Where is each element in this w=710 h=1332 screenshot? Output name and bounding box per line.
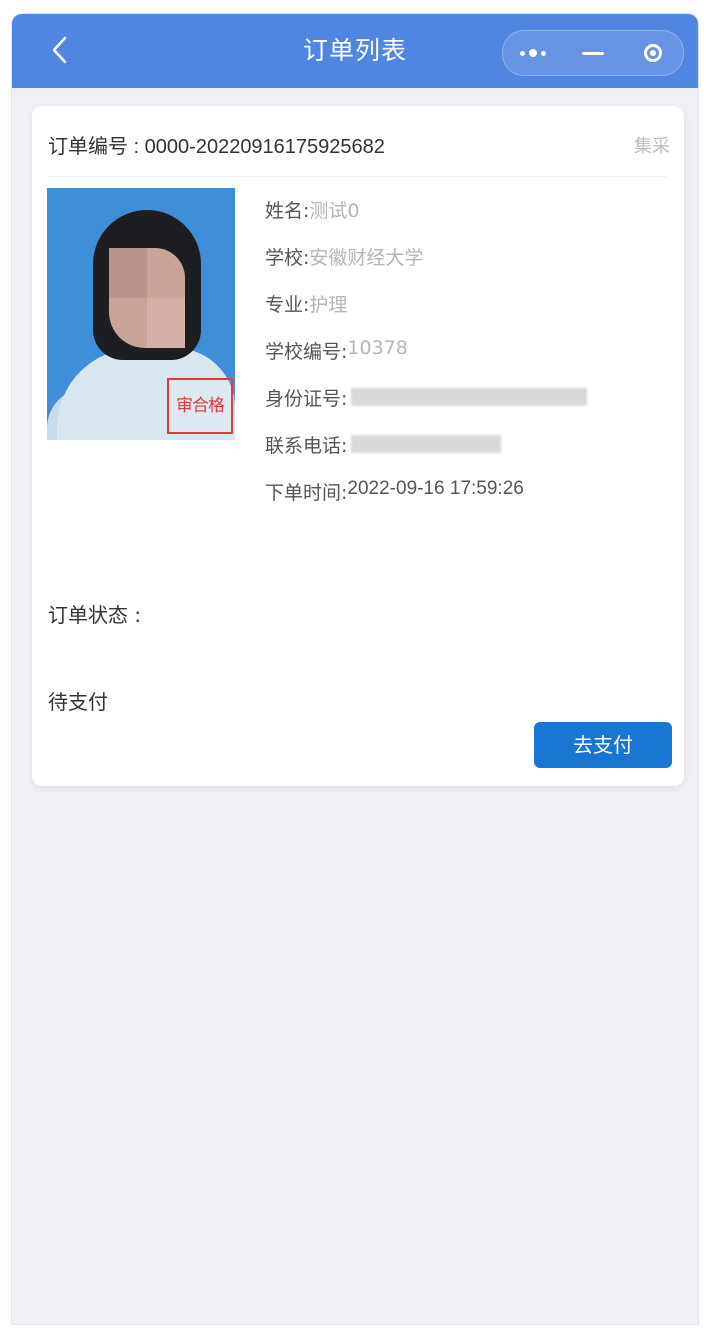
field-id-number: 身份证号: — [265, 384, 588, 431]
divider — [48, 176, 668, 177]
field-value: 安徽财经大学 — [309, 247, 424, 269]
order-number: 订单编号 : 0000-20220916175925682 — [48, 136, 385, 158]
redacted-value — [351, 435, 502, 453]
field-label: 身份证号: — [265, 388, 348, 410]
id-photo: 审合格 — [47, 188, 235, 440]
approval-stamp: 审合格 — [167, 378, 233, 434]
field-phone: 联系电话: — [265, 431, 587, 478]
field-value: 10378 — [347, 337, 408, 359]
minimize-button[interactable] — [569, 33, 617, 73]
order-status-value: 待支付 — [48, 690, 108, 714]
field-name: 姓名: 测试0 — [265, 196, 587, 243]
field-label: 姓名: — [265, 200, 310, 222]
field-major: 专业: 护理 — [265, 290, 587, 337]
field-label: 下单时间: — [265, 482, 348, 504]
field-school-code: 学校编号: 10378 — [265, 337, 587, 384]
more-button[interactable] — [509, 33, 557, 73]
field-value: 护理 — [309, 294, 348, 316]
order-card[interactable]: 订单编号 : 0000-20220916175925682 集采 审合格 姓名:… — [32, 106, 684, 786]
navigation-bar: 订单列表 — [12, 14, 698, 88]
close-button[interactable] — [629, 33, 677, 73]
field-value: 测试0 — [309, 200, 360, 222]
field-order-time: 下单时间: 2022-09-16 17:59:26 — [265, 478, 587, 525]
order-type-tag: 集采 — [634, 136, 670, 157]
field-label: 学校编号: — [265, 341, 348, 363]
redacted-value — [351, 388, 588, 406]
target-circle-icon — [644, 44, 662, 62]
minimize-icon — [582, 51, 604, 55]
order-info: 姓名: 测试0 学校: 安徽财经大学 专业: 护理 学校编号: 10378 身份… — [265, 196, 588, 525]
field-label: 联系电话: — [265, 435, 348, 457]
field-value: 2022-09-16 17:59:26 — [347, 478, 524, 499]
pay-button[interactable]: 去支付 — [534, 722, 672, 768]
mini-program-window: 订单列表 订单编号 : 0000-20220916175925682 集采 审合… — [12, 14, 698, 1324]
order-status-label: 订单状态 : — [48, 603, 142, 627]
capsule-menu — [502, 30, 684, 76]
field-label: 专业: — [265, 294, 310, 316]
field-label: 学校: — [265, 247, 310, 269]
more-dots-icon — [520, 49, 546, 57]
field-school: 学校: 安徽财经大学 — [265, 243, 587, 290]
